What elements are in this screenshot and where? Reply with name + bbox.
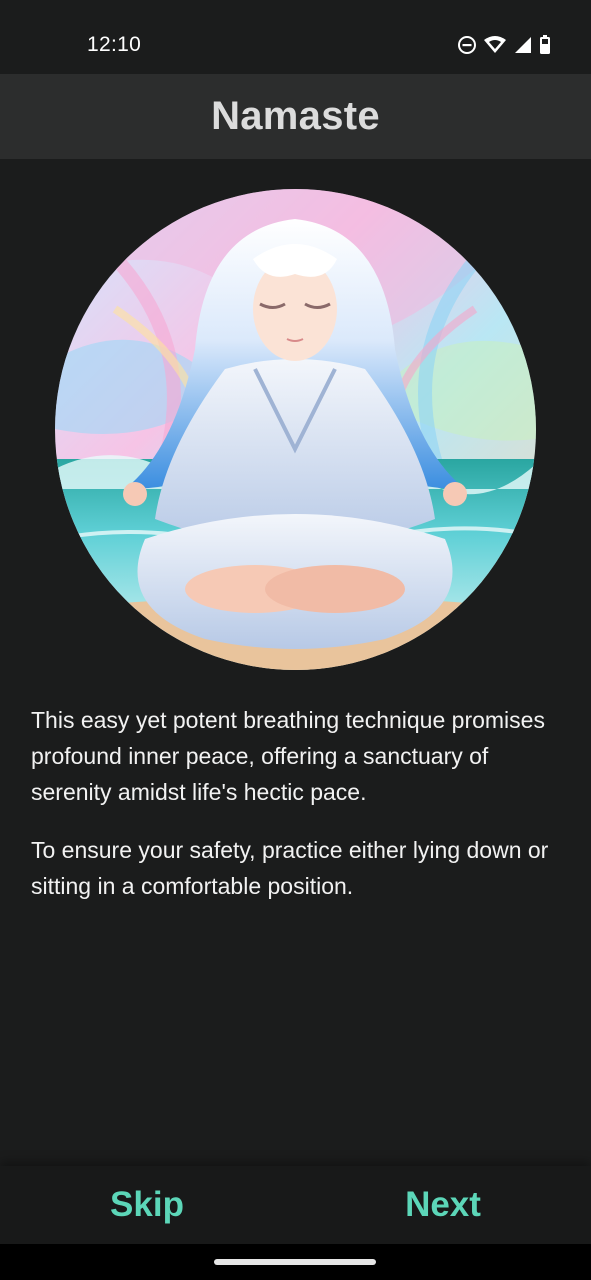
bottom-bar: Skip Next: [0, 1166, 591, 1244]
app-bar: Namaste: [0, 74, 591, 159]
skip-button[interactable]: Skip: [57, 1166, 237, 1244]
next-button[interactable]: Next: [353, 1166, 533, 1244]
status-icons: [457, 34, 551, 56]
description-paragraph-1: This easy yet potent breathing technique…: [31, 707, 545, 805]
system-navigation-bar: [0, 1244, 591, 1280]
wifi-icon: [483, 35, 507, 55]
do-not-disturb-icon: [457, 35, 477, 55]
page-title: Namaste: [211, 94, 380, 138]
signal-icon: [513, 35, 533, 55]
status-time: 12:10: [87, 33, 142, 56]
home-indicator[interactable]: [214, 1259, 376, 1265]
status-bar: 12:10: [0, 0, 591, 74]
meditation-illustration: [55, 189, 536, 670]
battery-icon: [539, 35, 551, 55]
description: This easy yet potent breathing technique…: [31, 702, 561, 926]
description-paragraph-2: To ensure your safety, practice either l…: [31, 837, 549, 899]
